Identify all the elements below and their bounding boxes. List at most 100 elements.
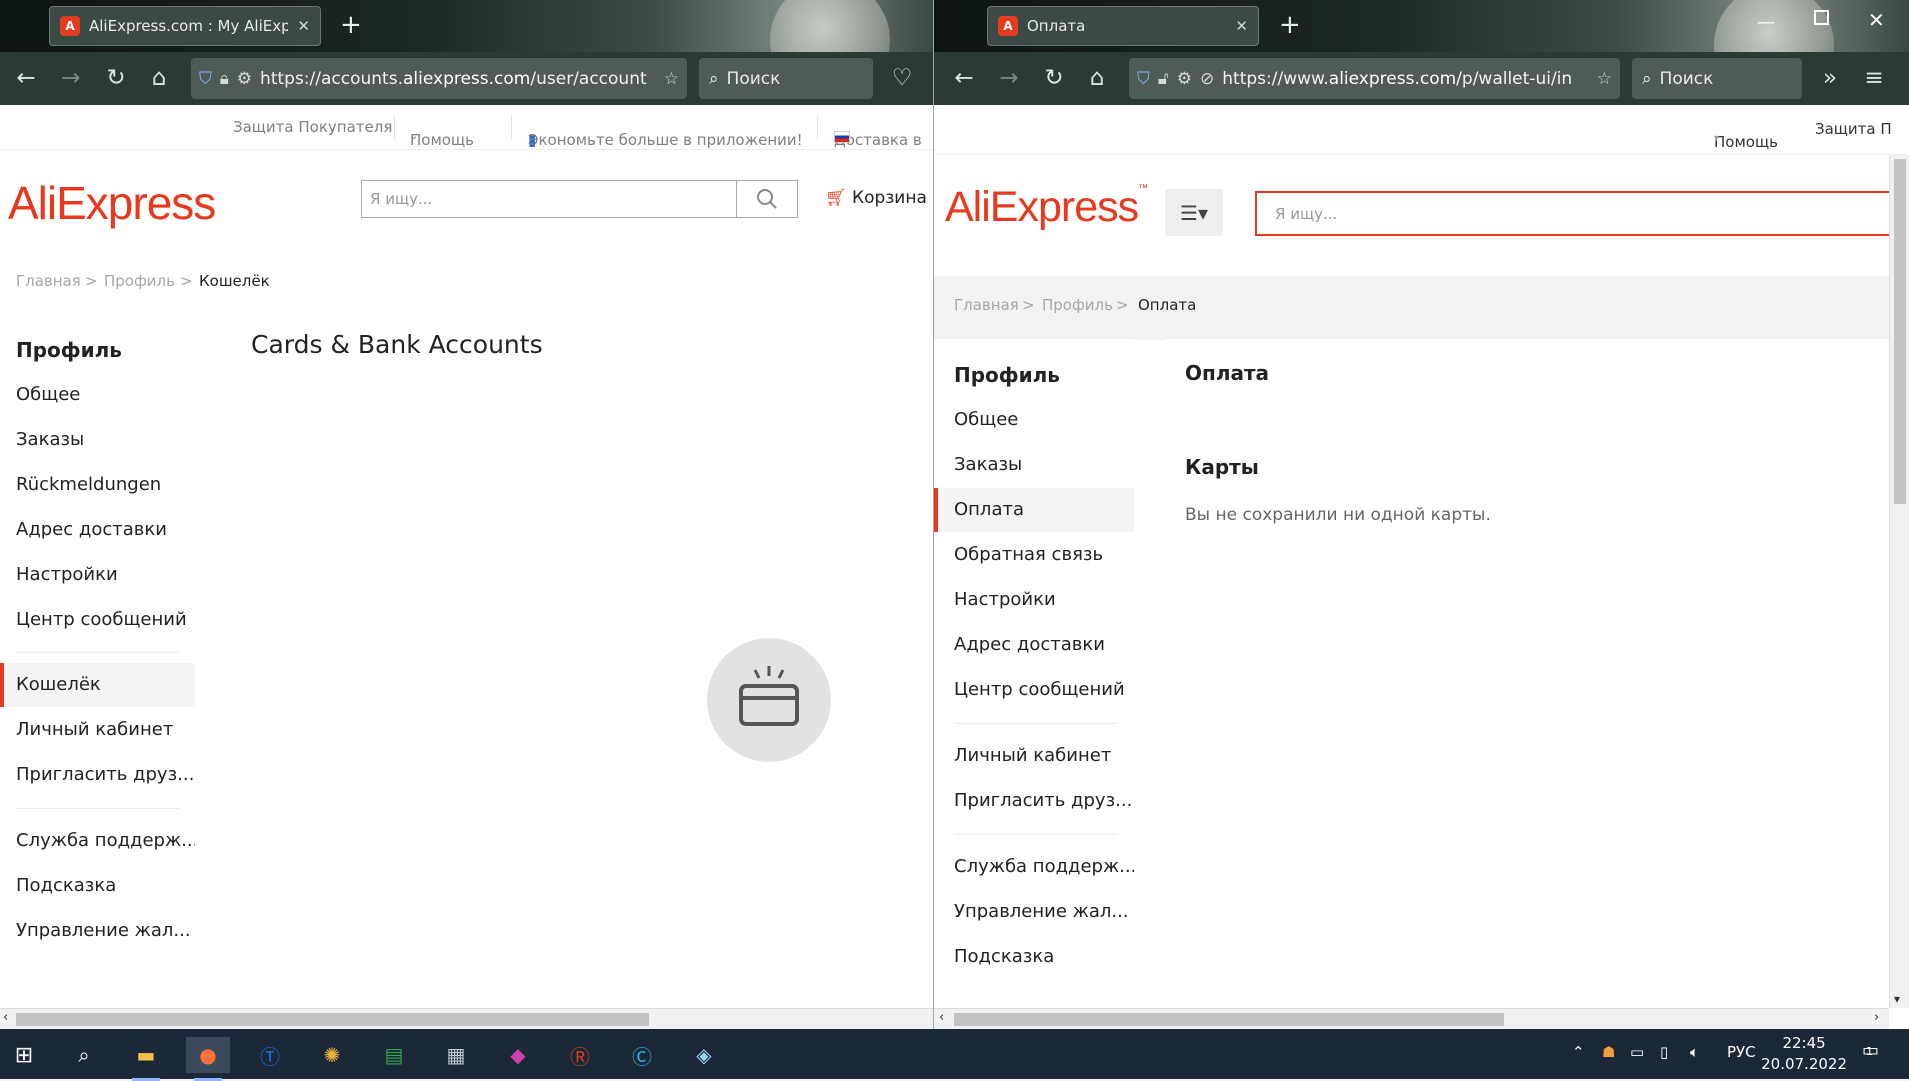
menu-hamburger-icon[interactable]: ≡: [1858, 62, 1890, 94]
site-search-input[interactable]: Я ищу...: [1255, 191, 1909, 236]
site-search-input[interactable]: Я ищу...: [361, 180, 737, 218]
file-explorer-icon[interactable]: ▬: [124, 1037, 168, 1081]
clock[interactable]: 22:45 20.07.2022: [1761, 1033, 1847, 1075]
text-editor-icon[interactable]: Ⓣ: [248, 1037, 292, 1073]
sidebar-item-message-center[interactable]: Центр сообщений: [0, 598, 195, 642]
sidebar-item-account[interactable]: Личный кабинет: [0, 708, 195, 752]
windows-start-icon[interactable]: ⊞: [2, 1037, 46, 1073]
minimize-button[interactable]: —: [1757, 12, 1775, 33]
scroll-right-icon[interactable]: ›: [1874, 1010, 1879, 1025]
home-icon[interactable]: ⌂: [1081, 62, 1113, 94]
reload-icon[interactable]: ↻: [100, 62, 132, 94]
shield-icon[interactable]: ⛉: [1137, 69, 1150, 89]
back-icon[interactable]: ←: [10, 62, 42, 94]
spreadsheet-icon[interactable]: ▤: [372, 1037, 416, 1073]
sidebar-item-message-center[interactable]: Центр сообщений: [934, 668, 1134, 712]
reader-app-icon[interactable]: ◆: [496, 1037, 540, 1073]
language-indicator[interactable]: РУС: [1727, 1043, 1756, 1061]
sidebar-item-wallet[interactable]: Кошелёк: [0, 663, 195, 707]
sidebar-item-hint[interactable]: Подсказка: [0, 864, 195, 908]
sidebar-item-complaints[interactable]: Управление жал...: [0, 909, 195, 953]
forward-icon[interactable]: →: [993, 62, 1025, 94]
scrollbar-thumb[interactable]: [954, 1013, 1504, 1026]
url-bar[interactable]: ⛉ 🔓︎ ⚙ ⊘ https://www.aliexpress.com/p/wa…: [1129, 58, 1620, 99]
insecure-lock-icon[interactable]: 🔓︎: [1158, 69, 1169, 89]
url-bar[interactable]: ⛉ 🔒︎ ⚙ https://accounts.aliexpress.com/u…: [191, 58, 687, 99]
protection-link[interactable]: Защита П: [1815, 120, 1892, 138]
sidebar-item-settings[interactable]: Настройки: [0, 553, 195, 597]
sidebar-item-payment[interactable]: Оплата: [934, 488, 1134, 532]
scroll-down-icon[interactable]: ▾: [1894, 992, 1900, 1006]
scrollbar-thumb[interactable]: [16, 1013, 649, 1026]
sidebar-item-invite-friends[interactable]: Пригласить друз...: [0, 753, 195, 797]
sidebar-item-orders[interactable]: Заказы: [934, 443, 1134, 487]
back-icon[interactable]: ←: [948, 62, 980, 94]
scroll-left-icon[interactable]: ‹: [939, 1010, 944, 1025]
buyer-protection-link[interactable]: Защита Покупателя: [233, 118, 392, 136]
url-text[interactable]: https://www.aliexpress.com/p/wallet-ui/i…: [1222, 69, 1588, 89]
bookmark-star-icon[interactable]: ☆: [1597, 69, 1612, 89]
browser-app-icon[interactable]: ✺: [310, 1037, 354, 1073]
sidebar-item-feedback[interactable]: Обратная связь: [934, 533, 1134, 577]
new-tab-button[interactable]: +: [340, 10, 362, 40]
network-icon[interactable]: ▯: [1660, 1043, 1668, 1061]
categories-menu-button[interactable]: ☰▾: [1165, 189, 1223, 236]
breadcrumb-home[interactable]: Главная: [16, 272, 81, 290]
sidebar-item-general[interactable]: Общее: [0, 373, 195, 417]
sidebar-item-account[interactable]: Личный кабинет: [934, 734, 1134, 778]
aliexpress-logo[interactable]: AliExpress: [8, 176, 216, 230]
sidebar-item-general[interactable]: Общее: [934, 398, 1134, 442]
sidebar-item-shipping-address[interactable]: Адрес доставки: [0, 508, 195, 552]
tray-overflow-icon[interactable]: ⌃: [1572, 1043, 1585, 1061]
search-icon[interactable]: ⌕: [62, 1037, 106, 1073]
cart-link[interactable]: 🛒︎ Корзина: [825, 188, 927, 208]
volume-icon[interactable]: 🔈︎: [1690, 1043, 1699, 1061]
calculator-icon[interactable]: ▦: [434, 1037, 478, 1073]
tray-app-icon[interactable]: ☗: [1602, 1043, 1615, 1061]
tab-close-icon[interactable]: ✕: [1235, 17, 1248, 35]
notifications-icon[interactable]: ▭1: [1862, 1040, 1886, 1061]
sidebar-item-feedback[interactable]: Rückmeldungen: [0, 463, 195, 507]
sidebar-item-support[interactable]: Служба поддерж...: [934, 845, 1134, 889]
breadcrumb-profile[interactable]: Профиль: [1042, 296, 1113, 314]
browser-tab-active[interactable]: A AliExpress.com : My AliExpress ✕: [49, 6, 321, 46]
close-window-button[interactable]: ✕: [1868, 8, 1885, 32]
breadcrumb-profile[interactable]: Профиль: [104, 272, 175, 290]
shield-icon[interactable]: ⛉: [199, 69, 212, 89]
overflow-chevron-icon[interactable]: »: [1814, 62, 1846, 94]
tab-close-icon[interactable]: ✕: [297, 17, 310, 35]
browser-search-box[interactable]: ⌕ Поиск: [1632, 58, 1802, 99]
reload-icon[interactable]: ↻: [1038, 62, 1070, 94]
permissions-icon[interactable]: ⚙: [1177, 69, 1192, 89]
sidebar-item-settings[interactable]: Настройки: [934, 578, 1134, 622]
url-text[interactable]: https://accounts.aliexpress.com/user/acc…: [260, 69, 656, 89]
horizontal-scrollbar[interactable]: ‹ ›: [934, 1008, 1889, 1029]
sidebar-item-shipping-address[interactable]: Адрес доставки: [934, 623, 1134, 667]
breadcrumb-home[interactable]: Главная: [954, 296, 1019, 314]
sidebar-item-invite-friends[interactable]: Пригласить друз...: [934, 779, 1134, 823]
permissions-icon[interactable]: ⚙: [237, 69, 252, 89]
sidebar-item-hint[interactable]: Подсказка: [934, 935, 1134, 979]
lock-icon[interactable]: 🔒︎: [220, 69, 229, 89]
blocked-media-icon[interactable]: ⊘: [1200, 69, 1214, 89]
aliexpress-logo[interactable]: AliExpress™: [945, 183, 1148, 232]
new-tab-button[interactable]: +: [1279, 10, 1301, 40]
bookmark-star-icon[interactable]: ☆: [664, 69, 679, 89]
scroll-left-icon[interactable]: ‹: [3, 1010, 8, 1025]
c-app-icon[interactable]: Ⓒ: [620, 1037, 664, 1073]
pocket-icon[interactable]: ♡: [886, 62, 918, 94]
sidebar-item-support[interactable]: Служба поддерж...: [0, 819, 195, 863]
browser-tab-active[interactable]: A Оплата ✕: [987, 6, 1259, 46]
battery-icon[interactable]: ▭: [1630, 1043, 1644, 1061]
r-app-icon[interactable]: Ⓡ: [558, 1037, 602, 1073]
home-icon[interactable]: ⌂: [143, 62, 175, 94]
firefox-icon[interactable]: ●: [186, 1037, 230, 1081]
maximize-button[interactable]: [1814, 10, 1829, 25]
browser-search-box[interactable]: ⌕ Поиск: [699, 58, 873, 99]
horizontal-scrollbar[interactable]: ‹: [0, 1008, 933, 1029]
scrollbar-thumb[interactable]: [1894, 159, 1906, 504]
forward-icon[interactable]: →: [55, 62, 87, 94]
sidebar-item-orders[interactable]: Заказы: [0, 418, 195, 462]
notes-app-icon[interactable]: ◈: [682, 1037, 726, 1073]
vertical-scrollbar[interactable]: ▾: [1889, 155, 1909, 1008]
